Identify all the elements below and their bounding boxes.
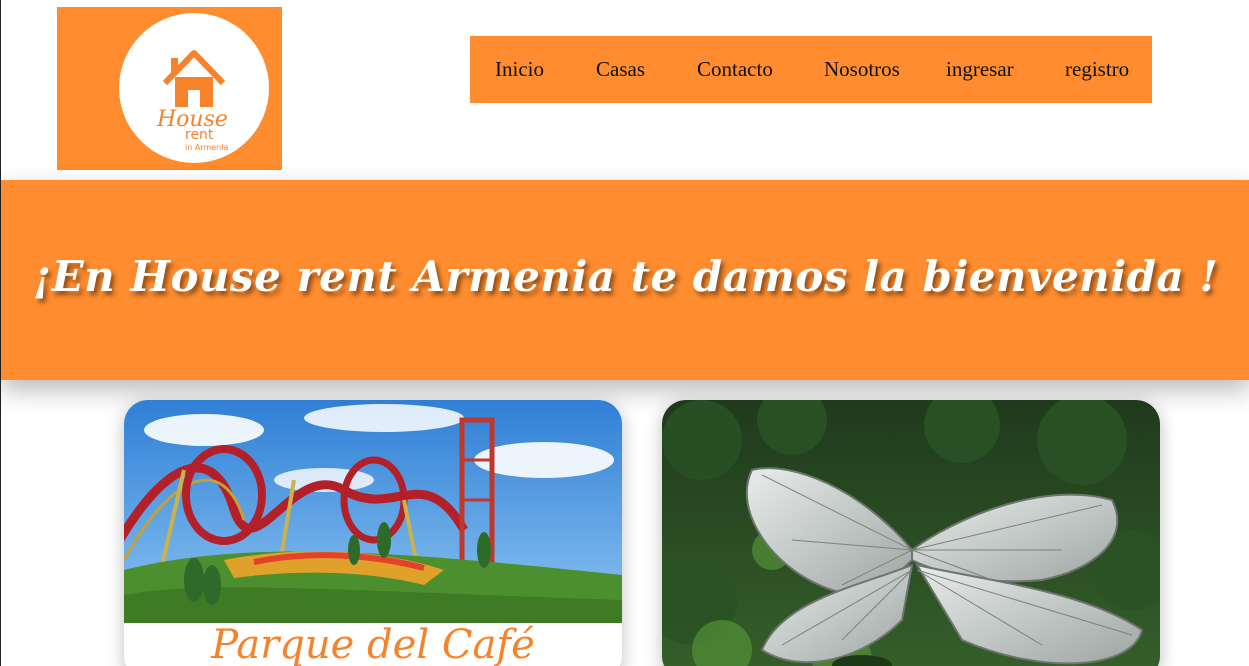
card-caption: Parque del Café	[211, 622, 535, 666]
nav-link-casas[interactable]: Casas	[596, 36, 645, 103]
nav-link-contacto[interactable]: Contacto	[697, 36, 773, 103]
roller-coaster-image	[124, 400, 622, 623]
nav-link-ingresar[interactable]: ingresar	[946, 36, 1014, 103]
nav-link-registro[interactable]: registro	[1065, 36, 1129, 103]
attraction-card-mariposario[interactable]	[662, 400, 1160, 666]
logo-box[interactable]: House rent in Armenia	[57, 7, 282, 170]
main-nav: Inicio Casas Contacto Nosotros ingresar …	[470, 36, 1152, 103]
hero-title: ¡En House rent Armenia te damos la bienv…	[32, 252, 1219, 301]
logo-rent-text: rent	[185, 127, 214, 143]
nav-link-nosotros[interactable]: Nosotros	[824, 36, 900, 103]
nav-link-inicio[interactable]: Inicio	[495, 36, 544, 103]
attraction-card-parque-del-cafe[interactable]: Parque del Café	[124, 400, 622, 666]
hero-banner: ¡En House rent Armenia te damos la bienv…	[1, 180, 1249, 380]
house-icon: House rent in Armenia	[156, 50, 228, 152]
butterfly-greenhouse-image	[662, 400, 1160, 666]
logo: House rent in Armenia	[119, 13, 269, 163]
logo-place-text: in Armenia	[185, 143, 228, 152]
